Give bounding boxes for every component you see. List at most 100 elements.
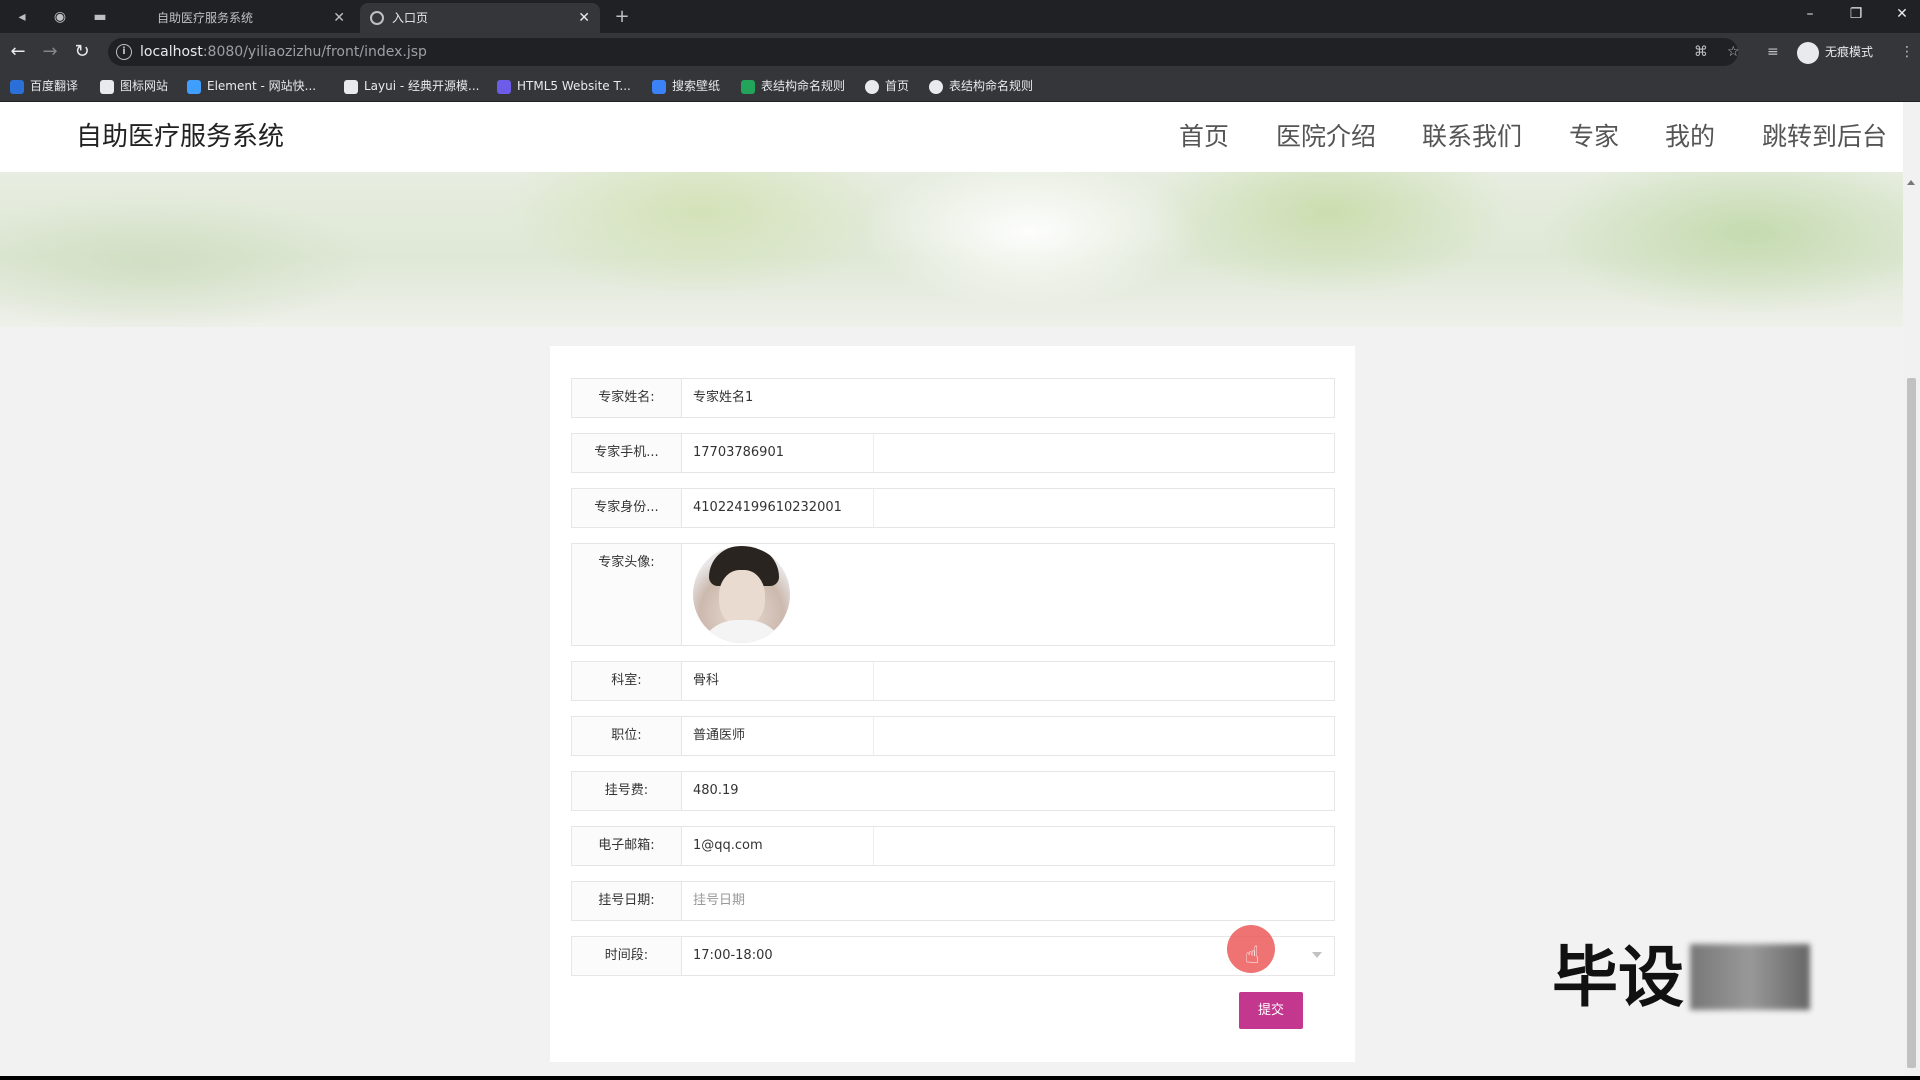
page-scrollbar[interactable] <box>1903 102 1920 1076</box>
nav-contact[interactable]: 联系我们 <box>1422 102 1522 172</box>
incognito-indicator[interactable]: 无痕模式 <box>1797 40 1873 64</box>
expert-phone-input[interactable]: 17703786901 <box>683 434 1334 472</box>
tab-2-close-icon[interactable]: ✕ <box>578 3 590 33</box>
forward-icon[interactable]: → <box>39 41 61 63</box>
field-label: 专家身份... <box>572 489 682 527</box>
site-header: 自助医疗服务系统 首页 医院介绍 联系我们 专家 我的 跳转到后台 <box>0 102 1903 172</box>
tab-audio-icon[interactable]: ◂ <box>12 7 32 27</box>
tab-1-close-icon[interactable]: ✕ <box>333 3 345 33</box>
hand-cursor-icon: ☝ <box>1245 941 1260 969</box>
field-label: 专家头像: <box>572 544 682 645</box>
tab-2-globe-icon <box>370 11 384 25</box>
nav-hospital-intro[interactable]: 医院介绍 <box>1276 102 1376 172</box>
new-tab-icon[interactable]: + <box>612 7 632 27</box>
element-icon <box>187 79 201 94</box>
bookmark-label: Layui - 经典开源模... <box>364 79 480 93</box>
field-expert-avatar: 专家头像: <box>571 543 1335 646</box>
bookmark-label: HTML5 Website T... <box>517 79 631 93</box>
flag-icon <box>100 79 114 94</box>
bookmark-4[interactable]: Layui - 经典开源模... <box>344 70 479 102</box>
bookmark-label: 表结构命名规则 <box>949 79 1034 93</box>
expert-name-input[interactable]: 专家姓名1 <box>683 379 1334 417</box>
close-window-icon[interactable]: ✕ <box>1879 0 1920 28</box>
globe-icon <box>929 79 943 94</box>
bookmark-9[interactable]: 表结构命名规则 <box>929 70 1033 102</box>
field-label: 专家姓名: <box>572 379 682 417</box>
bookmark-label: 表结构命名规则 <box>761 79 846 93</box>
nav-admin[interactable]: 跳转到后台 <box>1762 102 1887 172</box>
bookmark-7[interactable]: 表结构命名规则 <box>741 70 845 102</box>
site-title: 自助医疗服务系统 <box>76 122 285 152</box>
scroll-up-icon[interactable] <box>1907 180 1915 185</box>
incognito-icon <box>1797 41 1819 64</box>
submit-button[interactable]: 提交 <box>1239 992 1303 1029</box>
table-icon <box>741 79 755 94</box>
field-label: 职位: <box>572 717 682 755</box>
field-registration-fee: 挂号费: 480.19 <box>571 771 1335 811</box>
chevron-down-icon[interactable] <box>1312 952 1322 958</box>
bookmark-2[interactable]: 图标网站 <box>100 70 168 102</box>
url-host: localhost <box>140 44 203 60</box>
layui-icon <box>344 79 358 94</box>
expert-id-input[interactable]: 410224199610232001 <box>683 489 1334 527</box>
bookmark-8[interactable]: 首页 <box>865 70 909 102</box>
watermark-text: 毕设 <box>1552 939 1684 1016</box>
tab-group-icon[interactable]: ◉ <box>50 7 70 27</box>
field-expert-phone: 专家手机... 17703786901 <box>571 433 1335 473</box>
field-label: 科室: <box>572 662 682 700</box>
expert-avatar <box>693 546 790 643</box>
nav-home[interactable]: 首页 <box>1179 102 1229 172</box>
site-info-icon[interactable]: i <box>116 44 132 60</box>
address-bar[interactable]: i localhost:8080/yiliaozizhu/front/index… <box>108 38 1738 66</box>
browser-toolbar: ← → ↻ i localhost:8080/yiliaozizhu/front… <box>0 33 1920 70</box>
field-email: 电子邮箱: 1@qq.com <box>571 826 1335 866</box>
url-path: :8080/yiliaozizhu/front/index.jsp <box>202 44 427 60</box>
bookmark-5[interactable]: HTML5 Website T... <box>497 70 631 102</box>
bookmark-label: 图标网站 <box>120 79 169 93</box>
bookmark-label: 搜索壁纸 <box>672 79 721 93</box>
tab-2[interactable]: 入口页 ✕ <box>360 3 600 33</box>
reload-icon[interactable]: ↻ <box>71 41 93 63</box>
tab-2-title: 入口页 <box>392 11 429 25</box>
translate-bookmark-icon <box>10 79 24 94</box>
back-icon[interactable]: ← <box>7 41 29 63</box>
bookmark-label: 首页 <box>885 79 910 93</box>
nav-mine[interactable]: 我的 <box>1665 102 1715 172</box>
nav-experts[interactable]: 专家 <box>1569 102 1619 172</box>
field-position: 职位: 普通医师 <box>571 716 1335 756</box>
bookmark-1[interactable]: 百度翻译 <box>10 70 78 102</box>
restore-icon[interactable]: ❐ <box>1833 0 1879 28</box>
tab-1-title: 自助医疗服务系统 <box>157 11 254 25</box>
field-label: 挂号费: <box>572 772 682 810</box>
minimize-icon[interactable]: – <box>1787 0 1833 28</box>
tab-1[interactable]: 自助医疗服务系统 ✕ <box>125 3 355 33</box>
field-label: 时间段: <box>572 937 682 975</box>
department-input[interactable]: 骨科 <box>683 662 1334 700</box>
browser-tab-bar: ◂ ◉ ▬ 自助医疗服务系统 ✕ 入口页 ✕ + – ❐ ✕ <box>0 0 1920 33</box>
field-label: 挂号日期: <box>572 882 682 920</box>
incognito-label: 无痕模式 <box>1825 45 1874 59</box>
email-input[interactable]: 1@qq.com <box>683 827 1334 865</box>
menu-icon[interactable]: ⋮ <box>1900 41 1914 63</box>
bookmark-6[interactable]: 搜索壁纸 <box>652 70 720 102</box>
wallpaper-icon <box>652 79 666 94</box>
field-department: 科室: 骨科 <box>571 661 1335 701</box>
field-expert-name: 专家姓名: 专家姓名1 <box>571 378 1335 418</box>
reading-list-icon[interactable]: ≡ <box>1767 41 1779 63</box>
field-label: 专家手机... <box>572 434 682 472</box>
bookmarks-bar: 百度翻译 图标网站 Element - 网站快... Layui - 经典开源模… <box>0 70 1920 102</box>
tab-search-icon[interactable]: ▬ <box>90 7 110 27</box>
field-time-slot: 时间段: 17:00-18:00 <box>571 936 1335 976</box>
bookmark-3[interactable]: Element - 网站快... <box>187 70 316 102</box>
bookmark-star-icon[interactable]: ☆ <box>1727 41 1740 63</box>
bookmark-label: Element - 网站快... <box>207 79 317 93</box>
registration-fee-input[interactable]: 480.19 <box>683 772 1334 810</box>
hero-banner <box>0 172 1903 327</box>
page-viewport: 自助医疗服务系统 首页 医院介绍 联系我们 专家 我的 跳转到后台 专家姓名: … <box>0 102 1920 1076</box>
position-input[interactable]: 普通医师 <box>683 717 1334 755</box>
html5-icon <box>497 79 511 94</box>
scrollbar-thumb[interactable] <box>1907 378 1916 1068</box>
registration-date-input[interactable]: 挂号日期 <box>683 882 1334 920</box>
translate-icon[interactable]: ⌘ <box>1694 41 1708 63</box>
field-registration-date: 挂号日期: 挂号日期 <box>571 881 1335 921</box>
